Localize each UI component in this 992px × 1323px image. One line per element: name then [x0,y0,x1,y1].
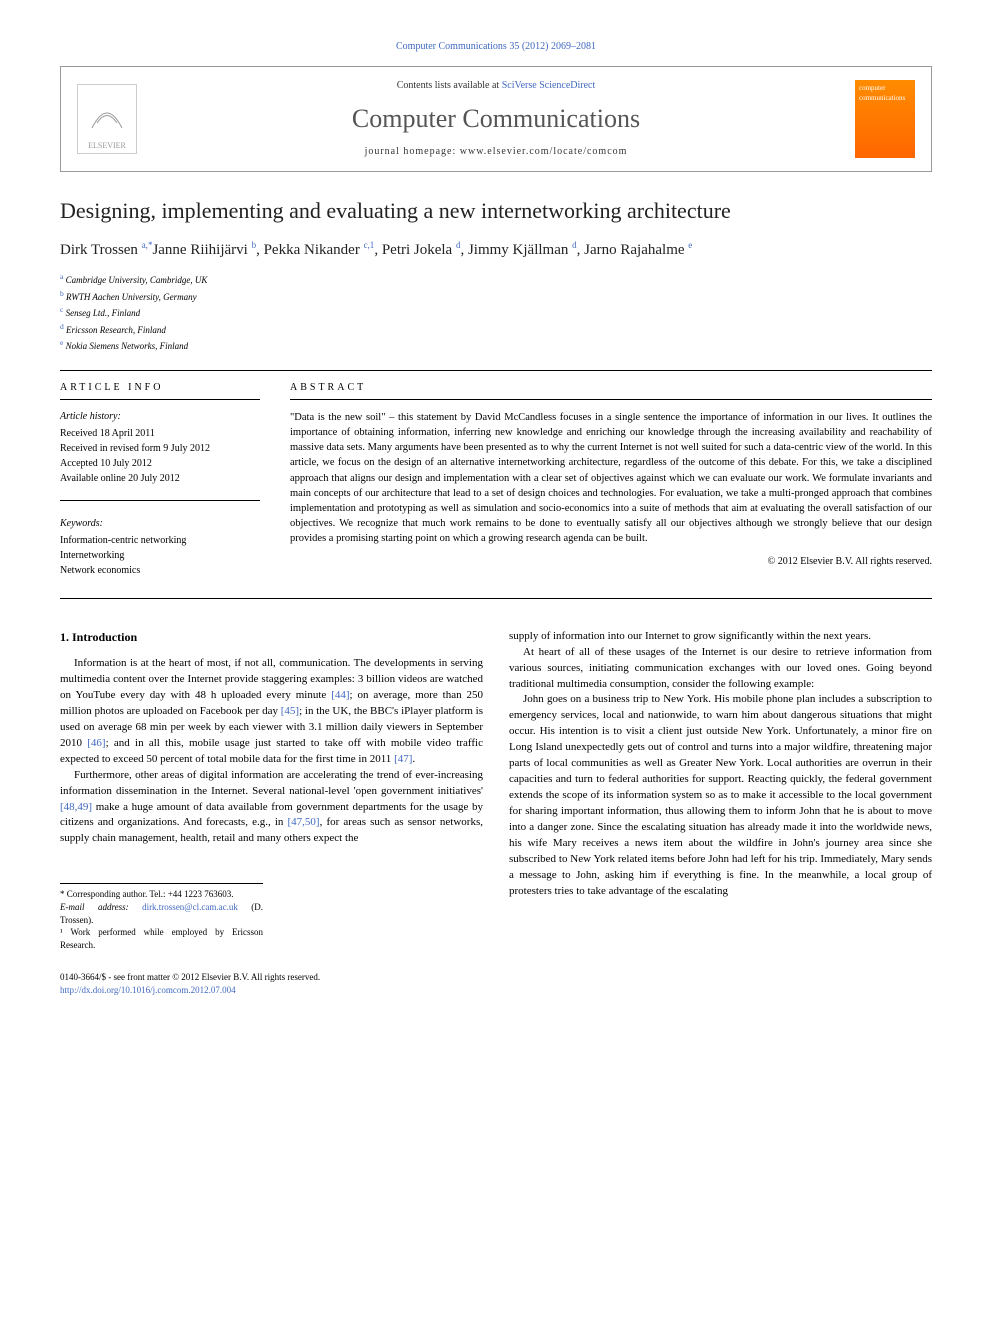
keyword: Internetworking [60,548,260,563]
citation-link[interactable]: [45] [281,705,299,717]
footnote-1: ¹ Work performed while employed by Erics… [60,926,263,951]
keyword: Network economics [60,563,260,578]
abstract-copyright: © 2012 Elsevier B.V. All rights reserved… [290,555,932,569]
elsevier-logo: ELSEVIER [77,84,137,154]
corresponding-author: * Corresponding author. Tel.: +44 1223 7… [60,888,263,901]
history-item: Received in revised form 9 July 2012 [60,441,260,456]
citation-link[interactable]: [46] [87,737,105,749]
column-left: 1. Introduction Information is at the he… [60,629,483,952]
paragraph: Furthermore, other areas of digital info… [60,768,483,848]
article-info-heading: ARTICLE INFO [60,381,260,400]
article-title: Designing, implementing and evaluating a… [60,196,932,227]
journal-header: ELSEVIER Contents lists available at Sci… [60,66,932,172]
citation-link[interactable]: [44] [331,689,349,701]
column-right: supply of information into our Internet … [509,629,932,952]
history-item: Accepted 10 July 2012 [60,456,260,471]
keyword: Information-centric networking [60,533,260,548]
section-heading-introduction: 1. Introduction [60,629,483,646]
sciencedirect-link[interactable]: SciVerse ScienceDirect [502,80,596,91]
journal-cover-thumbnail: computer communications [855,80,915,158]
email-link[interactable]: dirk.trossen@cl.cam.ac.uk [142,902,238,912]
email-line: E-mail address: dirk.trossen@cl.cam.ac.u… [60,901,263,926]
citation-link[interactable]: [48,49] [60,801,92,813]
body-columns: 1. Introduction Information is at the he… [60,629,932,952]
history-item: Available online 20 July 2012 [60,471,260,486]
issn-line: 0140-3664/$ - see front matter © 2012 El… [60,971,320,984]
page-footer: 0140-3664/$ - see front matter © 2012 El… [60,971,932,996]
paragraph: Information is at the heart of most, if … [60,656,483,768]
abstract-heading: ABSTRACT [290,381,932,400]
authors-list: Dirk Trossen a,*Janne Riihijärvi b, Pekk… [60,239,932,261]
contents-available: Contents lists available at SciVerse Sci… [153,79,839,93]
paragraph: At heart of all of these usages of the I… [509,645,932,693]
doi-link[interactable]: http://dx.doi.org/10.1016/j.comcom.2012.… [60,984,320,997]
journal-title: Computer Communications [153,101,839,137]
header-citation: Computer Communications 35 (2012) 2069–2… [60,40,932,54]
keywords-heading: Keywords: [60,517,260,531]
abstract: ABSTRACT "Data is the new soil" – this s… [290,381,932,578]
footnotes: * Corresponding author. Tel.: +44 1223 7… [60,883,263,951]
citation-link[interactable]: [47] [394,753,412,765]
paragraph: John goes on a business trip to New York… [509,692,932,899]
abstract-text: "Data is the new soil" – this statement … [290,410,932,547]
article-info: ARTICLE INFO Article history: Received 1… [60,381,260,578]
paragraph: supply of information into our Internet … [509,629,932,645]
history-heading: Article history: [60,410,260,424]
journal-homepage: journal homepage: www.elsevier.com/locat… [153,145,839,159]
history-item: Received 18 April 2011 [60,426,260,441]
citation-link[interactable]: [47,50] [288,816,320,828]
affiliations: a Cambridge University, Cambridge, UK b … [60,271,932,354]
